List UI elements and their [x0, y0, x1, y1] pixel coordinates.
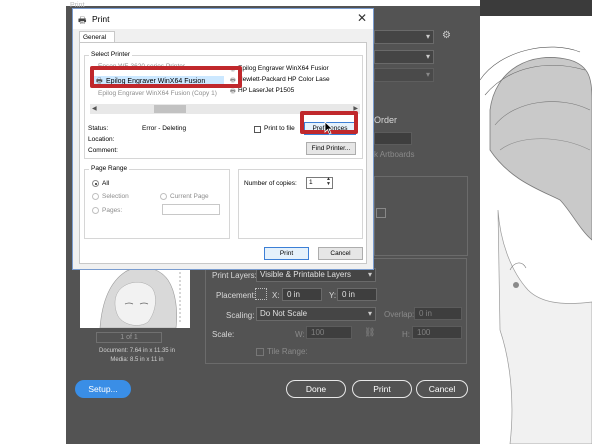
- copies-label: Number of copies:: [244, 180, 297, 187]
- document-size: Document: 7.64 in x 11.35 in: [99, 348, 175, 354]
- scaling-dropdown[interactable]: Do Not Scale ▾: [256, 307, 376, 321]
- status-value: Error - Deleting: [142, 125, 187, 132]
- w-label: W:: [295, 330, 305, 339]
- print-to-file-checkbox[interactable]: [254, 126, 261, 133]
- scroll-left-icon[interactable]: ◀: [92, 105, 97, 112]
- printer-icon: 🖶: [78, 15, 87, 25]
- cancel-button[interactable]: Cancel: [416, 380, 468, 398]
- select-printer-label: Select Printer: [89, 51, 133, 58]
- current-page-radio[interactable]: [160, 193, 167, 200]
- setup-button[interactable]: Setup...: [75, 380, 131, 398]
- placement-label: Placement:: [216, 291, 257, 300]
- general-dropdown[interactable]: ▾: [374, 68, 434, 82]
- order-label: Order: [374, 115, 398, 125]
- print-layers-value: Visible & Printable Layers: [260, 270, 352, 279]
- link-icon[interactable]: ⛓: [364, 327, 375, 338]
- all-radio[interactable]: [92, 180, 99, 187]
- media-size: Media: 8.5 in x 11 in: [110, 357, 164, 363]
- printer-item[interactable]: Epilog Engraver WinX64 Fusior: [238, 65, 329, 72]
- all-label: All: [102, 180, 110, 187]
- overlap-label: Overlap:: [384, 310, 415, 319]
- artboards-label: k Artboards: [374, 150, 415, 159]
- range-field[interactable]: [374, 132, 412, 145]
- location-label: Location:: [88, 136, 115, 143]
- scaling-label: Scaling:: [226, 311, 255, 320]
- printer-item[interactable]: Hewlett-Packard HP Color Lase: [238, 76, 330, 83]
- pages-label: Pages:: [102, 207, 123, 214]
- mouse-cursor-icon: [324, 121, 334, 135]
- overlap-field[interactable]: 0 in: [414, 307, 462, 320]
- scrollbar-thumb[interactable]: [154, 105, 186, 113]
- scale-label: Scale:: [212, 330, 235, 339]
- x-field[interactable]: 0 in: [282, 288, 322, 301]
- printer-item[interactable]: Epilog Engraver WinX64 Fusion (Copy 1): [98, 90, 217, 97]
- y-field[interactable]: 0 in: [337, 288, 377, 301]
- tile-range-label: Tile Range:: [267, 347, 308, 356]
- ppd-dropdown[interactable]: ▾: [374, 50, 434, 64]
- selection-label: Selection: [102, 193, 129, 200]
- options-panel: [374, 176, 468, 256]
- page-counter[interactable]: 1 of 1: [96, 332, 162, 343]
- selection-radio[interactable]: [92, 193, 99, 200]
- printer-settings-icon[interactable]: ⚙: [442, 30, 451, 41]
- comment-label: Comment:: [88, 147, 118, 154]
- printer-icon: 🖶: [230, 89, 236, 95]
- windows-print-dialog: 🖶 Print ✕ General Select Printer Epson W…: [72, 8, 374, 270]
- h-label: H:: [402, 330, 410, 339]
- placement-grid-icon[interactable]: [255, 288, 267, 300]
- print-button[interactable]: Print: [352, 380, 412, 398]
- current-page-label: Current Page: [170, 193, 209, 200]
- y-label: Y:: [329, 291, 337, 300]
- copies-value: 1: [309, 179, 313, 186]
- w-field[interactable]: 100: [306, 326, 352, 339]
- printer-highlight-box: [90, 66, 242, 88]
- x-label: X:: [272, 291, 280, 300]
- pages-radio[interactable]: [92, 207, 99, 214]
- win-cancel-button[interactable]: Cancel: [318, 247, 363, 260]
- done-button[interactable]: Done: [286, 380, 346, 398]
- print-layers-dropdown[interactable]: Visible & Printable Layers ▾: [256, 268, 376, 282]
- status-label: Status:: [88, 125, 109, 132]
- orientation-icon[interactable]: [376, 208, 386, 218]
- pages-field[interactable]: [162, 204, 220, 215]
- printer-item[interactable]: HP LaserJet P1505: [238, 87, 294, 94]
- copies-field[interactable]: 1 ▲ ▼: [306, 177, 333, 189]
- tile-range-checkbox[interactable]: [256, 348, 264, 356]
- background-toolbar: [480, 0, 592, 16]
- dialog-titlebar: 🖶 Print ✕: [73, 9, 373, 29]
- scaling-value: Do Not Scale: [260, 309, 308, 318]
- win-print-button[interactable]: Print: [264, 247, 309, 260]
- h-field[interactable]: 100: [412, 326, 462, 339]
- printer-dropdown[interactable]: ▾: [374, 30, 434, 44]
- find-printer-button[interactable]: Find Printer...: [306, 142, 356, 155]
- print-to-file-label: Print to file: [264, 125, 295, 132]
- dialog-title: Print: [92, 14, 110, 24]
- close-icon[interactable]: ✕: [357, 11, 367, 25]
- page-range-label: Page Range: [89, 165, 130, 172]
- artwork-sketch: [470, 40, 592, 444]
- spinner-icon[interactable]: ▲ ▼: [326, 177, 331, 187]
- print-layers-label: Print Layers:: [212, 271, 257, 280]
